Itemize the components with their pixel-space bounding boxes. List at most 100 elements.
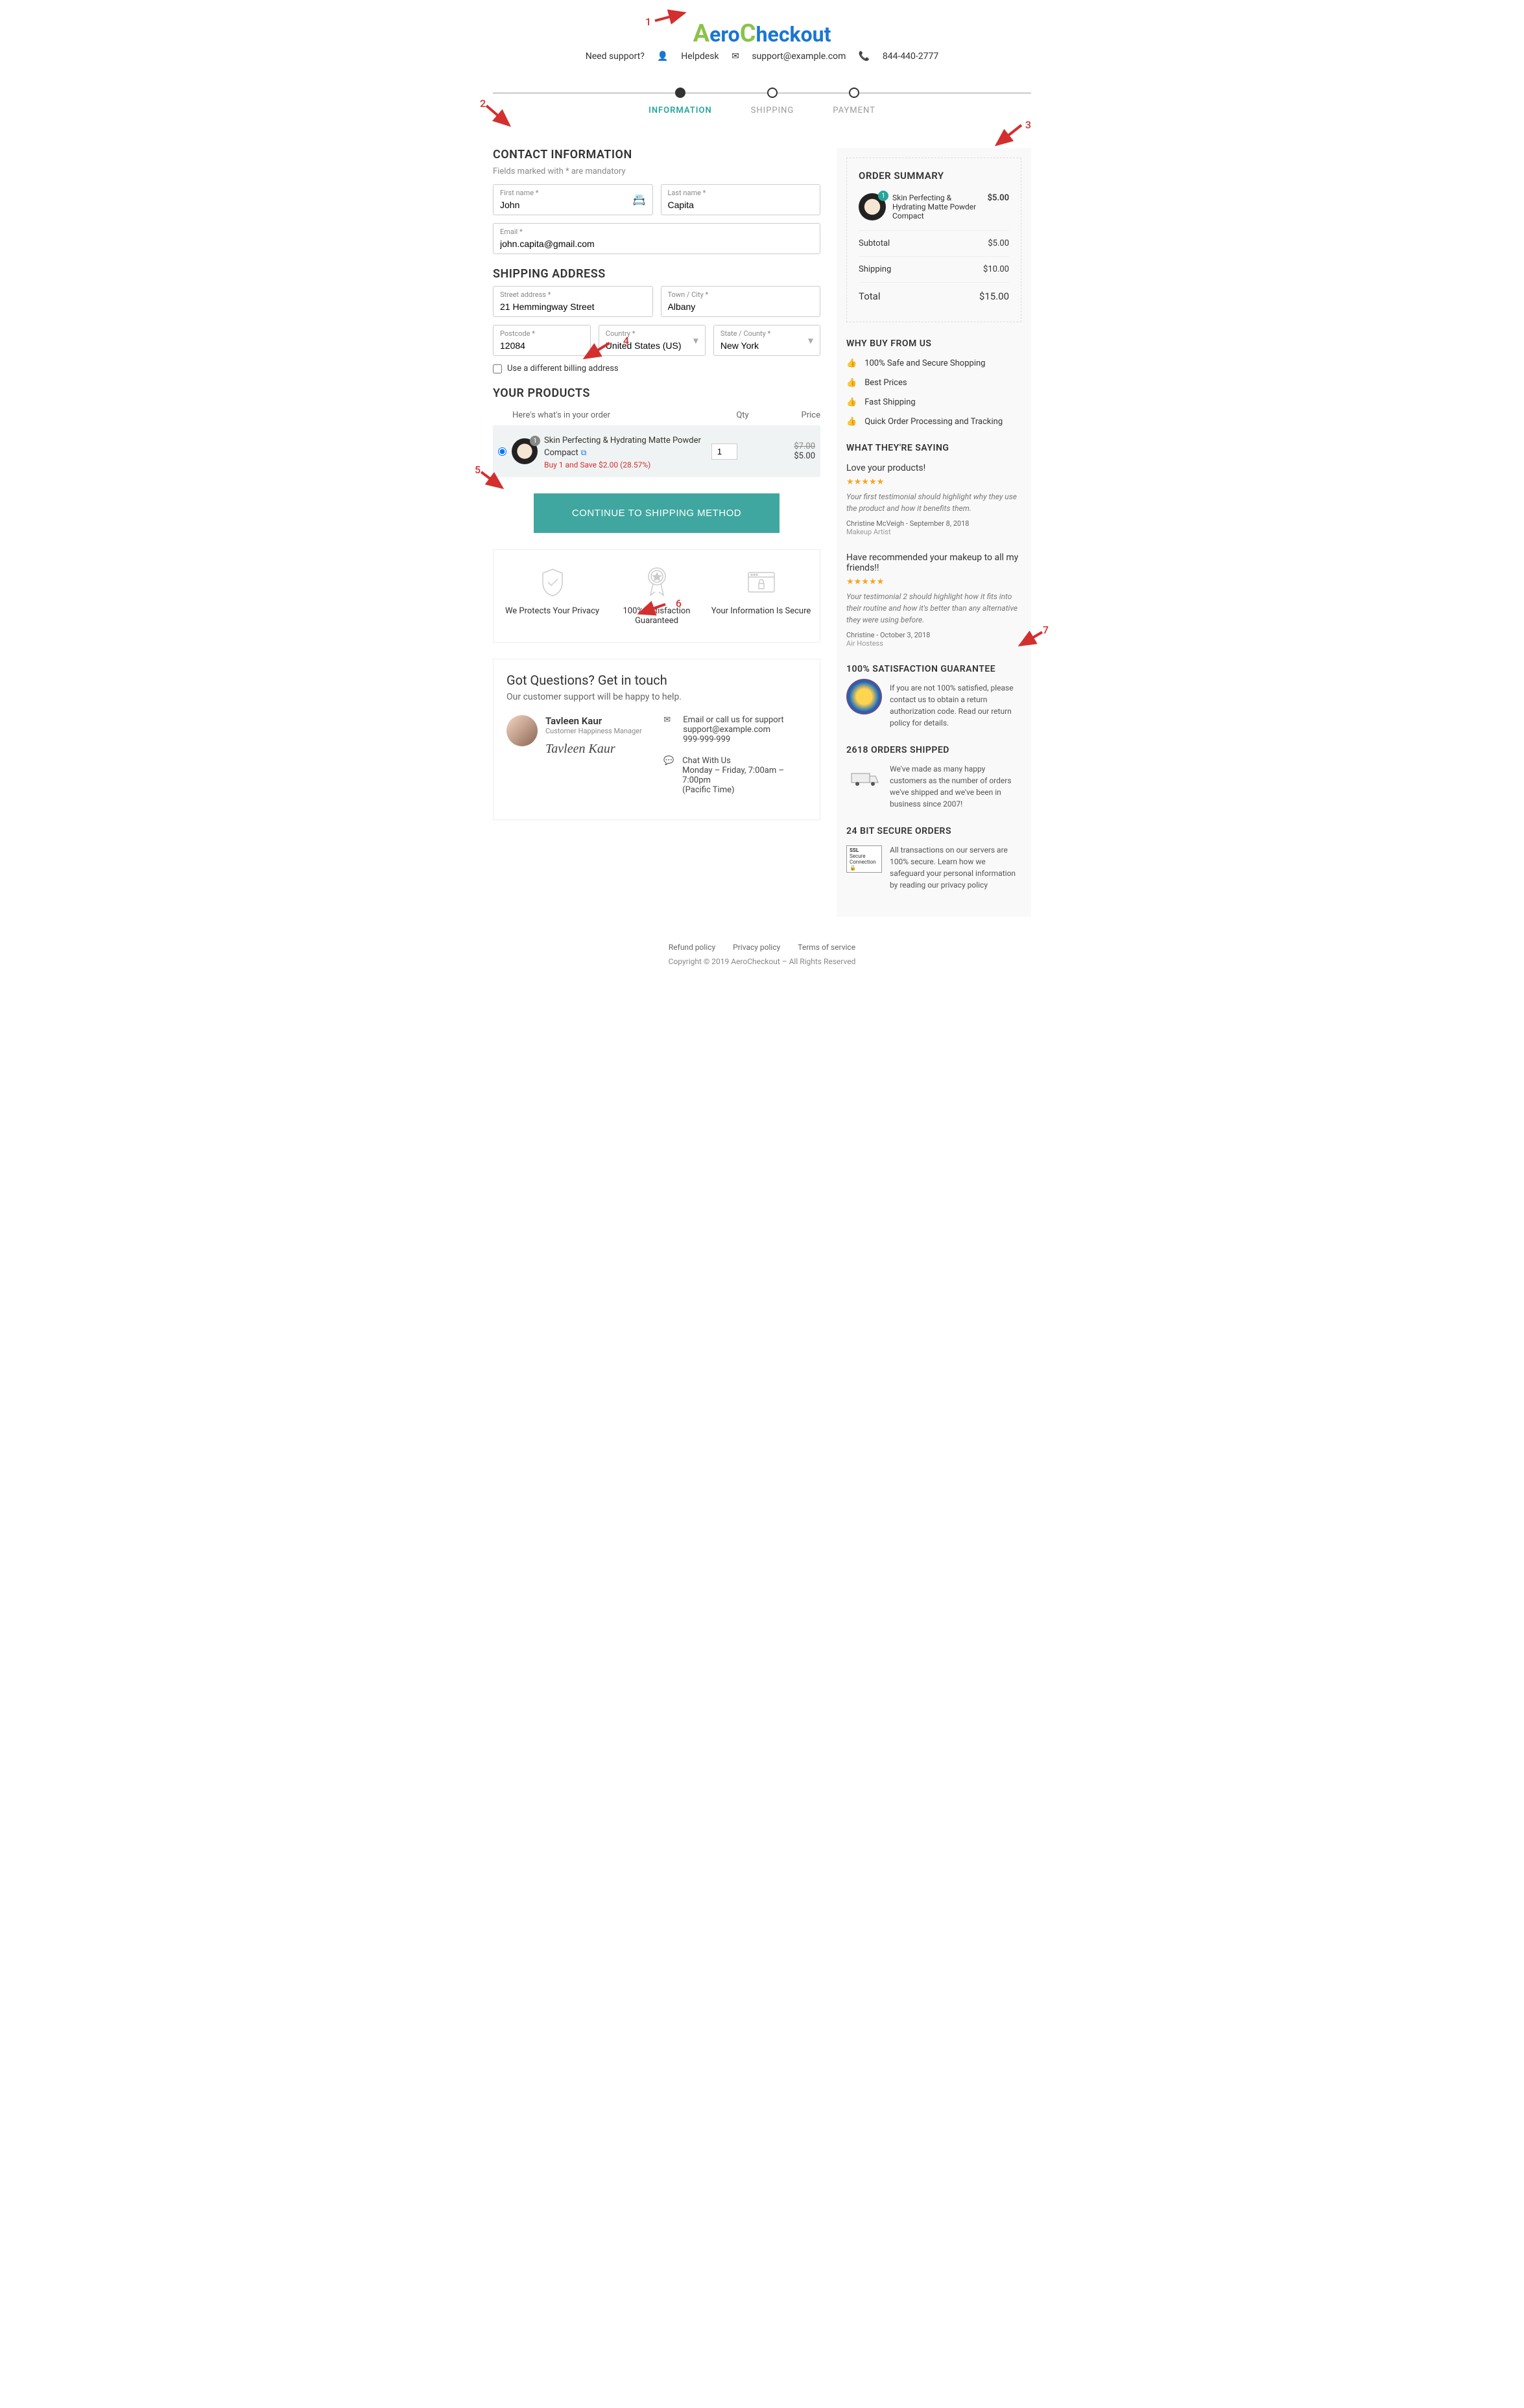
step-label: INFORMATION	[649, 106, 712, 115]
billing-label: Use a different billing address	[507, 364, 619, 373]
contact-icon: 📇	[633, 194, 646, 206]
testimonial-heading: Have recommended your makeup to all my f…	[846, 552, 1021, 573]
guarantee-text: If you are not 100% satisfied, please co…	[890, 682, 1021, 729]
cm-line: 999-999-999	[683, 735, 783, 744]
email-field[interactable]: Email *	[493, 223, 820, 254]
product-promo: Buy 1 and Save $2.00 (28.57%)	[544, 460, 711, 469]
step-information[interactable]: INFORMATION	[649, 88, 712, 115]
city-field[interactable]: Town / City *	[661, 286, 821, 317]
field-label: Last name *	[668, 189, 814, 197]
thumb-icon: 👍	[846, 378, 857, 388]
annotation-7: 7	[1043, 624, 1049, 636]
mail-icon: ✉	[663, 715, 675, 744]
testimonial-date: September 8, 2018	[910, 519, 970, 528]
user-icon: 👤	[657, 51, 668, 62]
product-radio[interactable]	[498, 447, 506, 456]
field-label: Country *	[606, 329, 698, 338]
thumb-icon: 👍	[846, 359, 857, 368]
postcode-input[interactable]	[500, 340, 584, 351]
footer-link-terms[interactable]: Terms of service	[798, 943, 855, 952]
order-summary: ORDER SUMMARY 1 Skin Perfecting & Hydrat…	[846, 158, 1021, 322]
subtotal-val: $5.00	[988, 239, 1009, 248]
trust-text: 100% Satisfaction Guaranteed	[604, 606, 709, 626]
price-new: $5.00	[763, 451, 815, 461]
state-field[interactable]: State / County * ▾	[713, 325, 820, 356]
total-label: Total	[859, 290, 881, 302]
country-field[interactable]: Country * ▾	[599, 325, 706, 356]
cm-title: Chat With Us	[682, 756, 807, 766]
street-input[interactable]	[500, 301, 646, 312]
testimonial-text: Your testimonial 2 should highlight how …	[846, 591, 1021, 626]
orders-title: 2618 ORDERS SHIPPED	[846, 745, 1021, 755]
billing-checkbox[interactable]	[493, 364, 502, 373]
testimonial-date: October 3, 2018	[880, 631, 930, 639]
external-link-icon[interactable]: ⧉	[581, 448, 587, 457]
field-label: Street address *	[500, 290, 646, 299]
testimonial-author: Christine	[846, 631, 874, 639]
trust-badges: We Protects Your Privacy 100% Satisfacti…	[493, 549, 820, 643]
footer-link-privacy[interactable]: Privacy policy	[733, 943, 780, 952]
why-item: 100% Safe and Secure Shopping	[864, 359, 985, 368]
products-sub: Here's what's in your order	[493, 410, 717, 420]
total-val: $15.00	[979, 290, 1009, 302]
helpdesk-link[interactable]: Helpdesk	[681, 51, 719, 62]
first-name-field[interactable]: First name * 📇	[493, 184, 653, 215]
cm-line: support@example.com	[683, 725, 783, 735]
state-select[interactable]	[720, 340, 813, 351]
summary-item-name: Skin Perfecting & Hydrating Matte Powder…	[892, 193, 981, 220]
testimonial-heading: Love your products!	[846, 463, 1021, 473]
annotation-5: 5	[475, 464, 481, 476]
why-title: WHY BUY FROM US	[846, 338, 1021, 349]
support-bar: Need support? 👤 Helpdesk ✉ support@examp…	[493, 51, 1031, 62]
last-name-field[interactable]: Last name *	[661, 184, 821, 215]
support-label: Need support?	[586, 51, 645, 62]
checkout-stepper: INFORMATION SHIPPING PAYMENT	[493, 88, 1031, 115]
orders-text: We've made as many happy customers as th…	[890, 763, 1021, 810]
testimonial-role: Makeup Artist	[846, 528, 1021, 536]
logo-letter: A	[693, 19, 710, 48]
support-phone[interactable]: 844-440-2777	[883, 51, 938, 62]
copyright: Copyright © 2019 AeroCheckout – All Righ…	[493, 957, 1031, 966]
qty-badge: 1	[530, 436, 540, 446]
support-email[interactable]: support@example.com	[752, 51, 846, 62]
product-image: 1	[512, 438, 538, 464]
why-item: Best Prices	[864, 378, 907, 388]
shipping-label: Shipping	[859, 265, 891, 274]
person-name: Tavleen Kaur	[545, 715, 642, 727]
avatar	[506, 715, 538, 746]
field-label: Postcode *	[500, 329, 584, 338]
step-shipping[interactable]: SHIPPING	[751, 88, 794, 115]
email-input[interactable]	[500, 239, 813, 249]
postcode-field[interactable]: Postcode *	[493, 325, 591, 356]
qty-input[interactable]	[711, 443, 737, 460]
field-label: First name *	[500, 189, 646, 197]
city-input[interactable]	[668, 301, 814, 312]
footer-link-refund[interactable]: Refund policy	[669, 943, 715, 952]
shipping-title: SHIPPING ADDRESS	[493, 267, 820, 281]
logo-text: ero	[709, 22, 740, 47]
summary-image: 1	[859, 193, 886, 220]
price-old: $7.00	[763, 442, 815, 451]
chevron-down-icon: ▾	[693, 335, 698, 347]
testimonial-text: Your first testimonial should highlight …	[846, 491, 1021, 514]
street-field[interactable]: Street address *	[493, 286, 653, 317]
cm-line: Monday – Friday, 7:00am – 7:00pm	[682, 766, 807, 785]
field-label: Town / City *	[668, 290, 814, 299]
signature: Tavleen Kaur	[545, 742, 642, 757]
last-name-input[interactable]	[668, 200, 814, 210]
logo-letter: C	[740, 19, 756, 48]
shipping-val: $10.00	[983, 265, 1009, 274]
trust-text: We Protects Your Privacy	[500, 606, 604, 616]
testimonial-role: Air Hostess	[846, 639, 1021, 648]
trust-text: Your Information Is Secure	[709, 606, 813, 616]
first-name-input[interactable]	[500, 200, 646, 210]
satisfaction-badge-icon	[846, 682, 882, 711]
cm-line: (Pacific Time)	[682, 785, 807, 795]
country-select[interactable]	[606, 340, 698, 351]
contact-box-title: Got Questions? Get in touch	[506, 672, 807, 688]
continue-button[interactable]: CONTINUE TO SHIPPING METHOD	[534, 493, 780, 533]
step-payment[interactable]: PAYMENT	[833, 88, 875, 115]
subtotal-label: Subtotal	[859, 239, 890, 248]
mail-icon: ✉	[732, 51, 739, 62]
price-header: Price	[768, 410, 820, 420]
